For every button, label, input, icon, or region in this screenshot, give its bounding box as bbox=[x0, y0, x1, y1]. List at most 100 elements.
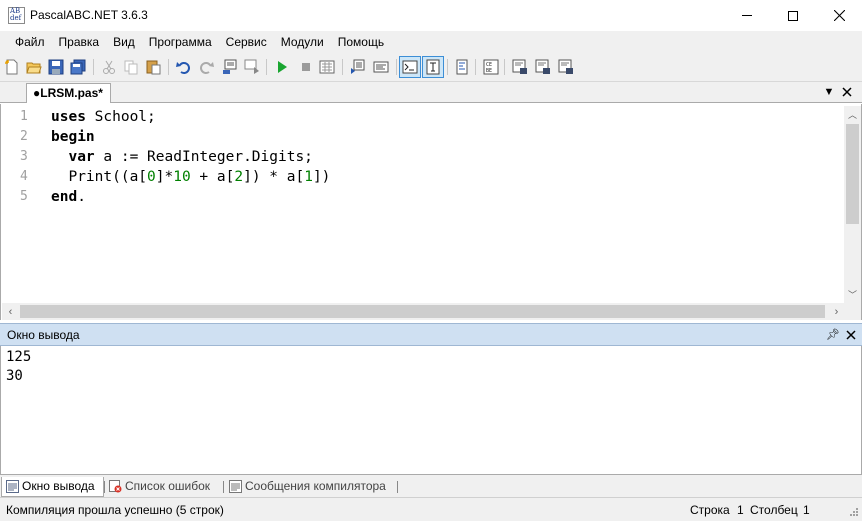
code-token: ]) bbox=[312, 169, 331, 185]
code-keyword: uses bbox=[51, 109, 86, 125]
tab-output-window[interactable]: Окно вывода bbox=[1, 477, 104, 497]
save-icon[interactable] bbox=[47, 58, 65, 76]
scroll-up-arrow-icon[interactable]: ︿ bbox=[844, 106, 861, 123]
menu-edit[interactable]: Правка bbox=[52, 31, 107, 53]
debug-into-icon[interactable] bbox=[511, 58, 529, 76]
toolbar-separator bbox=[475, 59, 476, 75]
status-line-label: Строка bbox=[690, 503, 730, 517]
scroll-right-arrow-icon[interactable]: › bbox=[828, 303, 845, 320]
menu-modules[interactable]: Модули bbox=[274, 31, 331, 53]
code-number: 2 bbox=[234, 169, 244, 185]
debug-step-icon[interactable] bbox=[318, 58, 336, 76]
menu-help[interactable]: Помощь bbox=[331, 31, 391, 53]
toolbar-separator bbox=[168, 59, 169, 75]
output-window[interactable]: 125 30 bbox=[0, 346, 862, 474]
text-window-icon[interactable] bbox=[422, 56, 444, 78]
comment-icon[interactable] bbox=[349, 58, 367, 76]
close-window-button[interactable] bbox=[816, 0, 862, 31]
uncomment-icon[interactable] bbox=[372, 58, 390, 76]
code-line[interactable]: uses School; bbox=[51, 107, 330, 127]
maximize-icon bbox=[788, 10, 798, 21]
toolbar-separator bbox=[342, 59, 343, 75]
error-list-icon bbox=[109, 480, 122, 493]
code-token: ]) * a[ bbox=[243, 169, 305, 185]
close-icon bbox=[846, 330, 856, 340]
new-file-icon[interactable] bbox=[3, 58, 21, 76]
code-line[interactable]: Print((a[0]*10 + a[2]) * a[1]) bbox=[51, 167, 330, 187]
code-number: 10 bbox=[173, 169, 191, 185]
code-editor[interactable]: 1 2 3 4 5 uses School; begin var a := Rea… bbox=[0, 104, 862, 320]
run-icon[interactable] bbox=[273, 58, 291, 76]
output-line: 125 bbox=[6, 349, 32, 365]
code-line[interactable]: begin bbox=[51, 127, 330, 147]
horizontal-scrollbar[interactable]: ‹ › bbox=[2, 303, 845, 320]
scroll-left-arrow-icon[interactable]: ‹ bbox=[2, 303, 19, 320]
tab-separator bbox=[397, 481, 398, 493]
code-token: Print((a[ bbox=[51, 169, 148, 185]
undo-icon[interactable] bbox=[175, 58, 193, 76]
open-file-icon[interactable] bbox=[25, 58, 43, 76]
code-keyword: end bbox=[51, 189, 78, 205]
svg-text:BE: BE bbox=[486, 68, 492, 74]
menu-program[interactable]: Программа bbox=[142, 31, 219, 53]
compile-all-icon[interactable] bbox=[243, 58, 261, 76]
line-number: 4 bbox=[20, 169, 28, 184]
vertical-scroll-thumb[interactable] bbox=[846, 124, 859, 224]
code-number: 0 bbox=[147, 169, 156, 185]
tab-compiler-messages-label: Сообщения компилятора bbox=[245, 479, 386, 493]
toolbar: CE BE bbox=[0, 53, 862, 82]
menu-file[interactable]: Файл bbox=[8, 31, 52, 53]
toolbar-separator bbox=[504, 59, 505, 75]
redo-icon[interactable] bbox=[197, 58, 215, 76]
code-token: School; bbox=[85, 109, 156, 125]
compile-icon[interactable] bbox=[221, 58, 239, 76]
output-panel-header: Окно вывода 📌︎ bbox=[0, 323, 862, 346]
console-window-icon[interactable] bbox=[399, 56, 421, 78]
tab-lrsm-pas[interactable]: ●LRSM.pas* bbox=[26, 83, 111, 103]
toolbar-separator bbox=[266, 59, 267, 75]
close-tab-button[interactable] bbox=[840, 85, 854, 99]
output-panel-title: Окно вывода bbox=[7, 328, 80, 342]
stop-icon[interactable] bbox=[297, 58, 315, 76]
tab-list-button[interactable]: ▼ bbox=[822, 85, 836, 99]
code-line[interactable]: end. bbox=[51, 187, 330, 207]
tab-compiler-messages[interactable]: Сообщения компилятора bbox=[225, 477, 386, 497]
pin-icon[interactable]: 📌︎ bbox=[826, 328, 840, 342]
debug-over-icon[interactable] bbox=[534, 58, 552, 76]
code-line[interactable]: var a := ReadInteger.Digits; bbox=[51, 147, 330, 167]
cut-icon[interactable] bbox=[100, 58, 118, 76]
status-col-value: 1 bbox=[803, 503, 810, 517]
maximize-button[interactable] bbox=[770, 0, 816, 31]
horizontal-scroll-thumb[interactable] bbox=[20, 305, 825, 318]
tab-output-window-label: Окно вывода bbox=[22, 479, 95, 493]
minimize-button[interactable] bbox=[724, 0, 770, 31]
chevron-down-icon: ▼ bbox=[823, 86, 835, 98]
status-bar: Компиляция прошла успешно (5 строк) Стро… bbox=[0, 497, 862, 521]
code-keyword: var bbox=[68, 149, 95, 165]
code-token: . bbox=[77, 189, 86, 205]
line-number: 3 bbox=[20, 149, 28, 164]
vertical-scrollbar[interactable]: ︿ ﹀ bbox=[844, 106, 861, 303]
scroll-down-arrow-icon[interactable]: ﹀ bbox=[844, 286, 861, 303]
code-templates-icon[interactable]: CE BE bbox=[482, 58, 500, 76]
close-output-button[interactable] bbox=[844, 328, 858, 342]
copy-icon[interactable] bbox=[122, 58, 140, 76]
save-all-icon[interactable] bbox=[69, 58, 87, 76]
output-window-icon bbox=[6, 480, 19, 493]
toolbar-separator bbox=[93, 59, 94, 75]
app-logo-text-bottom: def bbox=[10, 14, 22, 22]
minimize-icon bbox=[742, 15, 752, 16]
code-token: a := ReadInteger.Digits; bbox=[94, 149, 313, 165]
app-logo-icon: AB def bbox=[8, 7, 25, 24]
menu-bar: Файл Правка Вид Программа Сервис Модули … bbox=[0, 31, 862, 53]
format-icon[interactable] bbox=[453, 58, 471, 76]
resize-grip-icon[interactable] bbox=[848, 508, 858, 518]
menu-view[interactable]: Вид bbox=[106, 31, 142, 53]
tab-error-list[interactable]: Список ошибок bbox=[105, 477, 210, 497]
debug-run-to-icon[interactable] bbox=[557, 58, 575, 76]
paste-icon[interactable] bbox=[144, 58, 162, 76]
toolbar-separator bbox=[396, 59, 397, 75]
code-text[interactable]: uses School; begin var a := ReadInteger.D… bbox=[51, 107, 330, 207]
menu-service[interactable]: Сервис bbox=[219, 31, 274, 53]
